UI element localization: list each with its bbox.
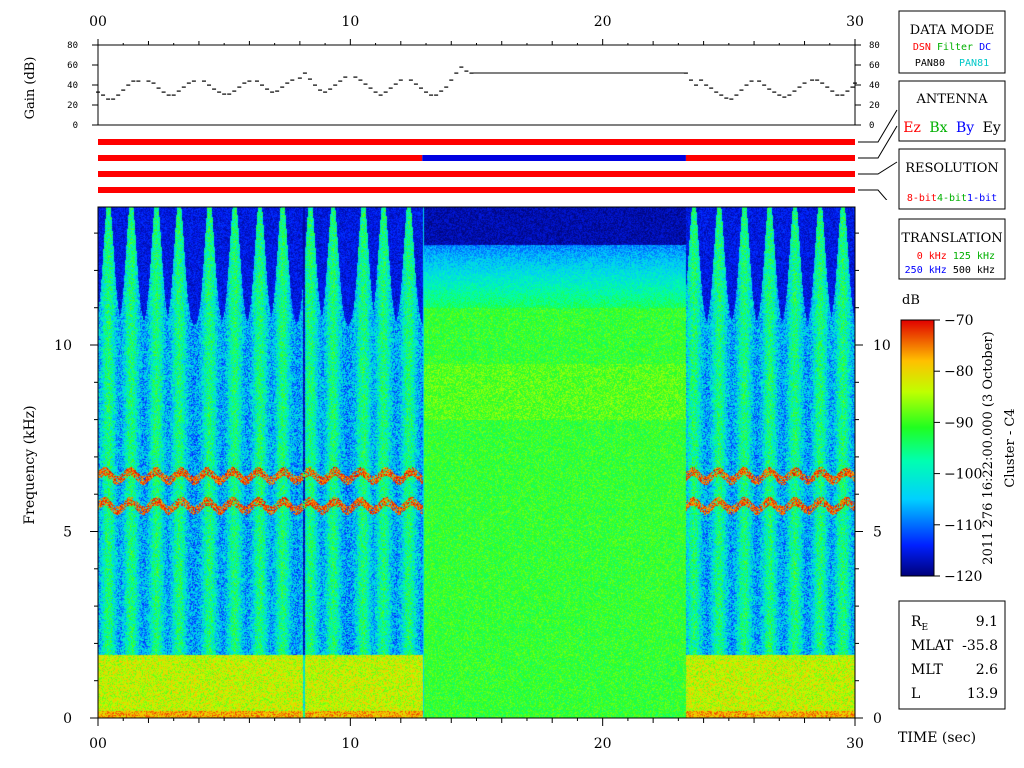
x-tick-label-bottom: 30 bbox=[846, 736, 864, 752]
colorbar-tick-label: −70 bbox=[944, 313, 974, 329]
orbit-info-box: RE 9.1 MLAT -35.8 MLT 2.6 L 13.9 bbox=[898, 600, 1006, 710]
spectrogram-axes: 0 05 510 1000 10 20 30 Frequency (kHz) TIME (s… bbox=[22, 206, 1018, 752]
freq-tick-label-right: 10 bbox=[873, 338, 891, 354]
colorbar-ticks: −70 −80 −90 −100 −110 −120 bbox=[934, 313, 982, 585]
orbit-value-mlt: 2.6 bbox=[976, 662, 998, 678]
freq-tick-label-left: 0 bbox=[63, 711, 72, 727]
orbit-value-l: 13.9 bbox=[967, 686, 998, 702]
freq-tick-label-right: 5 bbox=[873, 525, 882, 541]
cluster-wbd-plot: Gain (dB) 0 0 20 20 40 40 60 60 80 80 00 10 20 30 DAT… bbox=[0, 0, 1024, 768]
timestamp-label: 2011 276 16:22:00.000 (3 October) bbox=[981, 331, 996, 564]
freq-tick-label-left: 5 bbox=[63, 525, 72, 541]
spectrogram-ticks: 0 05 510 1000 10 20 30 bbox=[54, 232, 891, 752]
orbit-value-mlat: -35.8 bbox=[962, 638, 998, 654]
x-tick-label-bottom: 10 bbox=[341, 736, 359, 752]
freq-tick-label-left: 10 bbox=[54, 338, 72, 354]
colorbar bbox=[900, 319, 935, 577]
spacecraft-label: Cluster - C4 bbox=[1003, 408, 1018, 487]
colorbar-tick-label: −90 bbox=[944, 415, 974, 431]
colorbar-tick-label: −100 bbox=[944, 467, 982, 483]
orbit-value-re: 9.1 bbox=[976, 614, 998, 630]
x-tick-label-bottom: 20 bbox=[594, 736, 612, 752]
orbit-label-l: L bbox=[911, 686, 920, 702]
colorbar-unit: dB bbox=[902, 293, 920, 308]
freq-tick-label-right: 0 bbox=[873, 711, 882, 727]
orbit-label-mlt: MLT bbox=[911, 662, 943, 678]
colorbar-tick-label: −120 bbox=[944, 569, 982, 585]
x-tick-label-bottom: 00 bbox=[89, 736, 107, 752]
frequency-axis-label: Frequency (kHz) bbox=[22, 405, 38, 524]
time-axis-label: TIME (sec) bbox=[898, 730, 976, 746]
orbit-label-mlat: MLAT bbox=[911, 638, 954, 654]
colorbar-tick-label: −110 bbox=[944, 518, 982, 534]
colorbar-tick-label: −80 bbox=[944, 364, 974, 380]
spectrogram-frame bbox=[97, 206, 856, 719]
